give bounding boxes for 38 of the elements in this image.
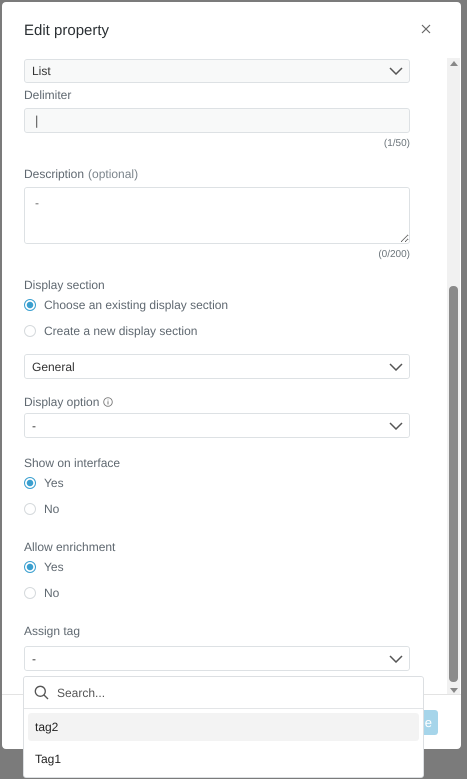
scroll-up-icon[interactable] [450,60,458,66]
type-select[interactable]: List [24,59,410,83]
character-counter: (0/200) [377,249,410,260]
tag-select[interactable]: - [24,646,410,671]
radio-label[interactable]: No [44,586,60,600]
search-icon [34,685,49,700]
scrollbar[interactable] [447,58,460,694]
search-input[interactable]: Search... [57,686,413,700]
delimiter-input[interactable]: | [24,108,410,133]
info-icon[interactable] [103,397,114,407]
scroll-down-icon[interactable] [450,688,458,694]
description-textarea[interactable]: - [24,187,410,244]
display-option-select[interactable]: - [24,413,410,438]
dialog-title: Edit property [24,22,110,38]
radio-label[interactable]: Create a new display section [44,324,198,338]
radio-button[interactable] [24,298,36,310]
dropdown-option[interactable]: Tag1 [28,745,419,773]
radio-label[interactable]: Yes [44,560,64,574]
chevron-down-icon [389,67,403,75]
radio-label[interactable]: Yes [44,476,64,490]
field-label: Allow enrichment [24,540,116,554]
field-label: Show on interface [24,456,122,470]
field-label: Delimiter [24,88,72,102]
chevron-down-icon [389,654,403,662]
character-counter: (1/50) [382,138,410,149]
field-label: Assign tag [24,624,82,638]
radio-label[interactable]: No [44,502,60,516]
chevron-down-icon [389,422,403,430]
field-label: Display option [24,395,410,409]
chevron-down-icon [389,362,403,370]
section-select[interactable]: General [24,354,410,379]
radio-label[interactable]: Choose an existing display section [44,298,228,312]
field-label: Description (optional) [24,167,140,181]
radio-button[interactable] [24,476,36,488]
radio-button[interactable] [24,560,36,572]
close-icon[interactable] [421,24,431,34]
field-label: Display section [24,278,106,292]
dropdown-option[interactable]: tag2 [28,713,419,741]
